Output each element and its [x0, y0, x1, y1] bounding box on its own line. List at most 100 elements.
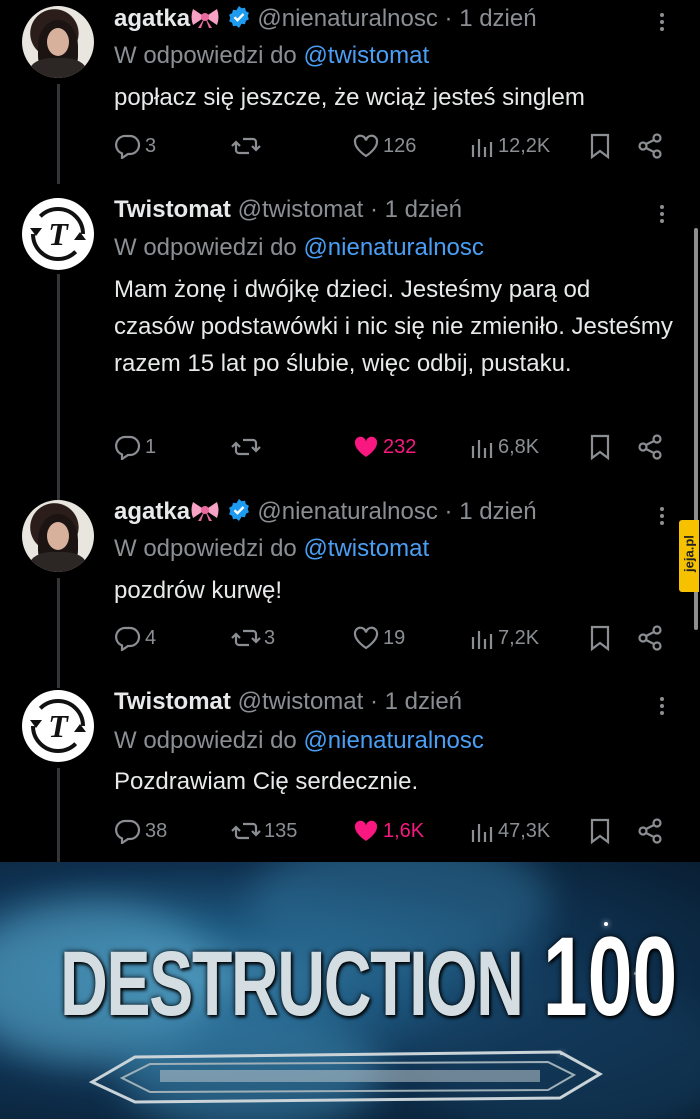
tweet-header: Twistomat @twistomat · 1 dzień	[114, 686, 462, 718]
more-options-icon[interactable]	[655, 10, 669, 34]
timestamp[interactable]: · 1 dzień	[370, 196, 462, 223]
views-button[interactable]: 47,3K	[469, 815, 550, 847]
reply-context: W odpowiedzi do @twistomat	[114, 533, 429, 565]
display-name[interactable]: Twistomat	[114, 688, 231, 715]
views-count: 7,2K	[498, 626, 540, 649]
views-count: 6,8K	[498, 435, 540, 458]
handle[interactable]: @nienaturalnosc	[257, 5, 437, 32]
bookmark-button[interactable]	[588, 815, 612, 847]
verified-badge-icon	[227, 498, 251, 531]
retweet-icon	[231, 137, 261, 155]
timestamp[interactable]: · 1 dzień	[370, 688, 462, 715]
retweet-button[interactable]: 3	[231, 622, 275, 654]
twistomat-logo-icon: T	[29, 207, 87, 261]
share-button[interactable]	[636, 815, 664, 847]
share-icon	[638, 625, 662, 651]
retweet-button[interactable]	[231, 130, 264, 162]
like-count: 19	[383, 626, 406, 649]
bookmark-button[interactable]	[588, 431, 612, 463]
display-name[interactable]: agatka	[114, 5, 190, 32]
handle[interactable]: @twistomat	[238, 688, 364, 715]
reply-prefix: W odpowiedzi do	[114, 535, 297, 562]
like-count: 1,6K	[383, 819, 425, 842]
reply-icon	[115, 819, 141, 844]
tweet[interactable]: agatka @nienaturalnosc · 1 dzień W odpow…	[0, 488, 700, 688]
bookmark-button[interactable]	[588, 622, 612, 654]
like-button[interactable]: 1,6K	[352, 815, 424, 847]
share-icon	[638, 434, 662, 460]
tweet-text: popłacz się jeszcze, że wciąż jesteś sin…	[114, 84, 585, 111]
share-button[interactable]	[636, 431, 664, 463]
reply-icon	[115, 626, 141, 651]
reply-to-link[interactable]: @twistomat	[303, 535, 429, 562]
reply-to-link[interactable]: @nienaturalnosc	[303, 234, 483, 261]
views-chart-icon	[471, 440, 493, 458]
handle[interactable]: @nienaturalnosc	[257, 498, 437, 525]
tweet-header: agatka @nienaturalnosc · 1 dzień	[114, 496, 537, 531]
reply-count: 1	[145, 435, 157, 458]
views-count: 47,3K	[498, 819, 551, 842]
retweet-button[interactable]	[231, 431, 264, 463]
timestamp[interactable]: · 1 dzień	[445, 498, 537, 525]
avatar[interactable]: T	[22, 198, 94, 270]
thread-line	[57, 578, 60, 688]
tweet-actions: 38 135 1,6K 47,3K	[114, 815, 674, 847]
reply-prefix: W odpowiedzi do	[114, 234, 297, 261]
bookmark-icon	[590, 818, 610, 845]
retweet-icon	[231, 822, 261, 840]
views-button[interactable]: 12,2K	[469, 130, 550, 162]
share-button[interactable]	[636, 130, 664, 162]
reply-to-link[interactable]: @nienaturalnosc	[303, 727, 483, 754]
tweet-thread: agatka @nienaturalnosc · 1 dzień W odpow…	[0, 0, 700, 862]
more-options-icon[interactable]	[655, 504, 669, 528]
views-chart-icon	[471, 139, 493, 157]
views-button[interactable]: 6,8K	[469, 431, 539, 463]
reply-context: W odpowiedzi do @nienaturalnosc	[114, 725, 484, 757]
reply-count: 38	[145, 819, 168, 842]
tweet[interactable]: T Twistomat @twistomat · 1 dzień W odpow…	[0, 182, 700, 502]
avatar[interactable]	[22, 6, 94, 78]
tweet[interactable]: T Twistomat @twistomat · 1 dzień W odpow…	[0, 676, 700, 862]
share-button[interactable]	[636, 622, 664, 654]
reply-button[interactable]: 38	[114, 815, 167, 847]
more-options-icon[interactable]	[655, 202, 669, 226]
retweet-button[interactable]: 135	[231, 815, 297, 847]
svg-text:T: T	[48, 216, 69, 252]
bookmark-icon	[590, 625, 610, 652]
reply-context: W odpowiedzi do @twistomat	[114, 40, 429, 72]
display-name[interactable]: agatka	[114, 498, 190, 525]
like-button[interactable]: 126	[352, 130, 416, 162]
reply-button[interactable]: 4	[114, 622, 156, 654]
avatar[interactable]: T	[22, 690, 94, 762]
retweet-icon	[231, 629, 261, 647]
views-button[interactable]: 7,2K	[469, 622, 539, 654]
heart-filled-icon	[354, 820, 378, 841]
handle[interactable]: @twistomat	[238, 196, 364, 223]
share-icon	[638, 818, 662, 844]
like-count: 232	[383, 435, 417, 458]
destruction-meme-image: DESTRUCTION 100	[0, 862, 700, 1119]
svg-text:T: T	[48, 708, 69, 744]
thread-line	[57, 84, 60, 184]
tweet-text: pozdrów kurwę!	[114, 577, 283, 604]
twistomat-logo-icon: T	[29, 699, 87, 753]
display-name[interactable]: Twistomat	[114, 196, 231, 223]
tweet[interactable]: agatka @nienaturalnosc · 1 dzień W odpow…	[0, 0, 700, 184]
more-options-icon[interactable]	[655, 694, 669, 718]
like-button[interactable]: 232	[352, 431, 416, 463]
tweet-actions: 4 3 19 7,2K	[114, 622, 674, 654]
timestamp[interactable]: · 1 dzień	[445, 5, 537, 32]
avatar[interactable]	[22, 500, 94, 572]
tweet-actions: 3 126 12,2K	[114, 130, 674, 162]
reply-button[interactable]: 3	[114, 130, 156, 162]
tweet-text: Pozdrawiam Cię serdecznie.	[114, 768, 419, 795]
reply-context: W odpowiedzi do @nienaturalnosc	[114, 232, 484, 264]
watermark-text: jeja.pl	[681, 535, 697, 572]
reply-to-link[interactable]: @twistomat	[303, 42, 429, 69]
like-button[interactable]: 19	[352, 622, 405, 654]
reply-prefix: W odpowiedzi do	[114, 727, 297, 754]
reply-count: 3	[145, 134, 157, 157]
bookmark-button[interactable]	[588, 130, 612, 162]
reply-button[interactable]: 1	[114, 431, 156, 463]
bookmark-icon	[590, 434, 610, 461]
